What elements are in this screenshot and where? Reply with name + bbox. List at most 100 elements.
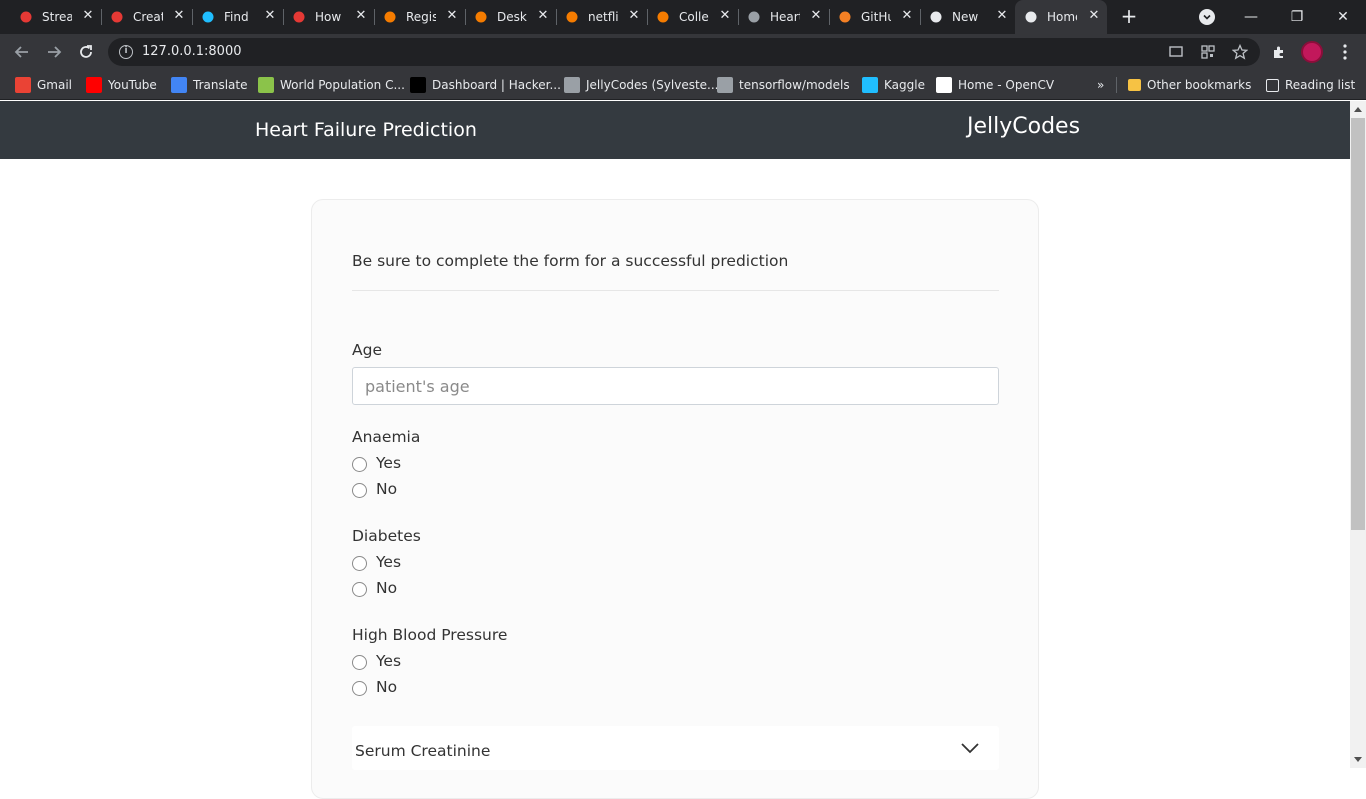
bookmark-label: Kaggle (884, 78, 925, 92)
browser-tab[interactable]: Create ✕ (101, 0, 193, 34)
tab-close-icon[interactable]: ✕ (445, 9, 459, 23)
tab-close-icon[interactable]: ✕ (718, 9, 732, 23)
bookmark-item[interactable]: YouTube (86, 76, 157, 94)
high-bp-yes-radio[interactable] (352, 655, 367, 670)
reading-list-button[interactable]: Reading list (1266, 76, 1355, 94)
scrollbar-thumb[interactable] (1351, 118, 1365, 530)
github-icon (746, 9, 762, 25)
site-title[interactable]: Heart Failure Prediction (255, 119, 477, 141)
tab-close-icon[interactable]: ✕ (536, 9, 550, 23)
high-bp-no-option[interactable]: No (352, 677, 397, 697)
high-bp-yes-option[interactable]: Yes (352, 651, 401, 671)
diabetes-no-option[interactable]: No (352, 578, 397, 598)
form-instruction: Be sure to complete the form for a succe… (352, 252, 789, 270)
browser-tab[interactable]: Home ✕ (1015, 0, 1107, 34)
scroll-up-arrow-icon[interactable] (1354, 107, 1362, 112)
site-brand[interactable]: JellyCodes (967, 114, 1080, 139)
browser-tab[interactable]: Desktop ✕ (465, 0, 557, 34)
bookmark-label: Gmail (37, 78, 73, 92)
bookmark-item[interactable]: tensorflow/models (717, 76, 850, 94)
bookmark-label: tensorflow/models (739, 78, 850, 92)
high-bp-no-radio[interactable] (352, 681, 367, 696)
tab-close-icon[interactable]: ✕ (900, 9, 914, 23)
high-bp-yes-label: Yes (376, 652, 402, 670)
anaemia-yes-option[interactable]: Yes (352, 453, 401, 473)
bookmark-item[interactable]: Dashboard | Hacker... (410, 76, 561, 94)
tab-title: Find (224, 10, 249, 24)
bookmark-item[interactable]: Translate (171, 76, 248, 94)
bookmark-item[interactable]: JellyCodes (Sylveste... (564, 76, 718, 94)
url-text: 127.0.0.1:8000 (142, 44, 242, 59)
tab-close-icon[interactable]: ✕ (354, 9, 368, 23)
browser-tab[interactable]: New ✕ (920, 0, 1015, 34)
gmail-icon (15, 77, 31, 93)
back-icon[interactable] (10, 40, 34, 64)
tab-strip: Stream ✕ Create ✕ Find ✕ How ✕ Register ✕ Desktop ✕… (0, 0, 1366, 34)
browser-tab[interactable]: Colle ✕ (647, 0, 739, 34)
cast-icon[interactable] (1168, 44, 1184, 60)
extensions-icon[interactable] (1267, 40, 1291, 64)
bookmark-label: World Population C... (280, 78, 405, 92)
crown-icon (109, 9, 125, 25)
scroll-down-arrow-icon[interactable] (1354, 757, 1362, 762)
chevron-down-icon (961, 743, 979, 754)
browser-tab[interactable]: Register ✕ (374, 0, 466, 34)
bookmark-item[interactable]: Home - OpenCV (936, 76, 1054, 94)
bookmarks-overflow-button[interactable]: » (1097, 76, 1104, 94)
menu-kebab-icon[interactable] (1333, 40, 1357, 64)
diabetes-no-label: No (376, 579, 398, 597)
opencv-icon (936, 77, 952, 93)
tab-close-icon[interactable]: ✕ (627, 9, 641, 23)
diabetes-yes-radio[interactable] (352, 556, 367, 571)
tab-title: New (952, 10, 979, 24)
browser-tab[interactable]: GitHub ✕ (829, 0, 921, 34)
bookmark-item[interactable]: Kaggle (862, 76, 925, 94)
restore-icon[interactable]: ❐ (1274, 0, 1320, 34)
bookmark-item[interactable]: World Population C... (258, 76, 405, 94)
notebook-icon (655, 9, 671, 25)
tab-close-icon[interactable]: ✕ (1087, 9, 1101, 23)
bookmark-star-icon[interactable] (1232, 44, 1248, 60)
forward-icon[interactable] (42, 40, 66, 64)
address-bar[interactable]: i 127.0.0.1:8000 (108, 38, 1260, 66)
qr-code-icon[interactable] (1200, 44, 1216, 60)
browser-tab[interactable]: Stream ✕ (10, 0, 102, 34)
bookmark-label: Translate (193, 78, 248, 92)
bookmark-item[interactable]: Gmail (15, 76, 72, 94)
anaemia-no-option[interactable]: No (352, 479, 397, 499)
diabetes-no-radio[interactable] (352, 582, 367, 597)
bookmark-label: YouTube (108, 78, 157, 92)
age-input[interactable] (352, 367, 999, 405)
minimize-icon[interactable]: — (1228, 0, 1274, 34)
anaemia-yes-radio[interactable] (352, 457, 367, 472)
tab-close-icon[interactable]: ✕ (81, 9, 95, 23)
tab-title: Register (406, 10, 436, 24)
browser-tab[interactable]: How ✕ (283, 0, 375, 34)
tab-close-icon[interactable]: ✕ (809, 9, 823, 23)
site-navbar: Heart Failure Prediction JellyCodes (0, 101, 1350, 159)
tab-close-icon[interactable]: ✕ (995, 9, 1009, 23)
site-info-icon[interactable]: i (119, 45, 133, 59)
browser-tab[interactable]: Heart ✕ (738, 0, 830, 34)
notebook-icon (564, 9, 580, 25)
serum-creatinine-dropdown[interactable]: Serum Creatinine (352, 726, 999, 770)
github-icon (717, 77, 733, 93)
tab-search-icon[interactable] (1199, 9, 1215, 25)
anaemia-label: Anaemia (352, 428, 421, 446)
browser-tab[interactable]: Find ✕ (192, 0, 284, 34)
profile-avatar[interactable] (1301, 41, 1323, 63)
tab-close-icon[interactable]: ✕ (172, 9, 186, 23)
translate-icon (171, 77, 187, 93)
new-tab-button[interactable]: + (1119, 6, 1139, 26)
other-bookmarks-folder[interactable]: Other bookmarks (1128, 76, 1251, 94)
browser-tab[interactable]: netflix ✕ (556, 0, 648, 34)
reload-icon[interactable] (74, 40, 98, 64)
anaemia-no-radio[interactable] (352, 483, 367, 498)
kaggle-icon (862, 77, 878, 93)
page-scrollbar[interactable] (1350, 101, 1366, 768)
diabetes-yes-option[interactable]: Yes (352, 552, 401, 572)
github-icon (564, 77, 580, 93)
close-window-icon[interactable]: ✕ (1320, 0, 1366, 34)
tab-title: netflix (588, 10, 618, 24)
tab-close-icon[interactable]: ✕ (263, 9, 277, 23)
